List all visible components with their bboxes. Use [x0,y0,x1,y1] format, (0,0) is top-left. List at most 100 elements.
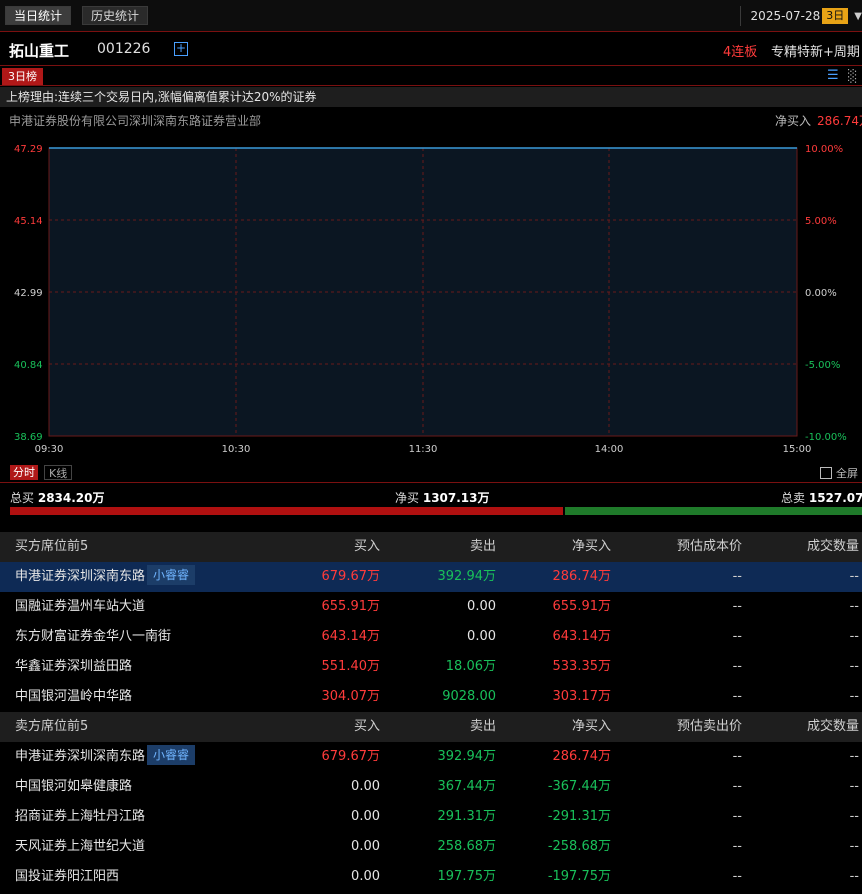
total-net-value: 1307.13万 [422,491,490,505]
buy-header-volume[interactable]: 成交数量 [807,532,859,562]
seat-name-text[interactable]: 申港证券深圳深南东路 [15,749,145,764]
totals-row: 总买 2834.20万 净买 1307.13万 总卖 1527.07万 [0,485,862,507]
seat-name-text[interactable]: 中国银河温岭中华路 [15,689,132,704]
top-tab-bar: 当日统计 历史统计 2025-07-28 3日 ▼ [0,0,862,32]
seat-tag-badge[interactable]: 小睿睿 [147,745,196,765]
chart-svg: 47.29 10.00% 45.14 5.00% 42.99 0.00% 40.84 -5.0… [14,144,847,455]
date-value[interactable]: 2025-07-28 [751,9,821,23]
seat-name[interactable]: 国投证券阳江阳西 [15,862,119,892]
tab-history-stats[interactable]: 历史统计 [82,6,149,25]
sell-header-net[interactable]: 净买入 [572,712,611,742]
tab-kline[interactable]: K线 [44,465,73,480]
seat-name-text[interactable]: 招商证券上海牡丹江路 [15,809,145,824]
table-row[interactable]: 申港证券深圳深南东路 小睿睿 679.67万 392.94万 286.74万 -- -- [0,742,862,772]
total-net-label: 净买 [395,491,420,505]
add-watchlist-icon[interactable]: + [174,42,188,56]
deal-volume: -- [849,659,859,674]
seat-name-text[interactable]: 天风证券上海世纪大道 [15,839,145,854]
table-row[interactable]: 天风证券上海世纪大道 0.00 258.68万 -258.68万 -- -- [0,832,862,862]
seat-name[interactable]: 中国银河如皋健康路 [15,772,132,802]
seat-tag-badge[interactable]: 小睿睿 [147,565,196,585]
total-sell-value: 1527.07万 [808,491,862,505]
buy-amount: 679.67万 [321,569,381,584]
listing-reason: 上榜理由:连续三个交易日内,涨幅偏离值累计达20%的证券 [0,87,862,107]
seat-name[interactable]: 国融证券温州车站大道 [15,592,145,622]
buy-amount: 655.91万 [321,599,381,614]
range-button[interactable]: 3日 [822,8,849,24]
seat-name[interactable]: 申港证券深圳深南东路 小睿睿 [15,742,196,772]
table-row[interactable]: 申港证券深圳深南东路 小睿睿 679.67万 392.94万 286.74万 -- -- [0,562,862,592]
seat-name[interactable]: 天风证券上海世纪大道 [15,832,145,862]
deal-volume: -- [849,569,859,584]
tab-fenshi[interactable]: 分时 [10,465,38,480]
stock-name: 拓山重工 [9,42,70,60]
table-row[interactable]: 国投证券阳江阳西 0.00 197.75万 -197.75万 -- -- [0,862,862,892]
table-row[interactable]: 东方财富证券金华八一南街 643.14万 0.00 643.14万 -- -- [0,622,862,652]
fullscreen-button[interactable]: 全屏 [820,465,858,481]
deal-volume: -- [849,779,859,794]
date-picker[interactable]: 2025-07-28 3日 ▼ [739,6,862,26]
total-buy-value: 2834.20万 [37,491,105,505]
deal-volume: -- [849,869,859,884]
sell-header-price[interactable]: 预估卖出价 [677,712,742,742]
table-row[interactable]: 招商证券上海牡丹江路 0.00 291.31万 -291.31万 -- -- [0,802,862,832]
sell-amount: 367.44万 [437,779,497,794]
deal-volume: -- [849,809,859,824]
table-row[interactable]: 中国银河温岭中华路 304.07万 9028.00 303.17万 -- -- [0,682,862,712]
net-amount: 286.74万 [552,569,612,584]
net-buy-value: 286.74万 [817,114,862,128]
sell-amount: 0.00 [467,599,496,614]
tab-today-stats[interactable]: 当日统计 [5,6,72,25]
estimated-price: -- [732,809,742,824]
seat-name[interactable]: 中国银河温岭中华路 [15,682,132,712]
seat-name-text[interactable]: 中国银河如皋健康路 [15,779,132,794]
buy-header-cost[interactable]: 预估成本价 [677,532,742,562]
fullscreen-icon [820,467,832,479]
sell-amount: 291.31万 [437,809,497,824]
buy-amount: 643.14万 [321,629,381,644]
seat-name-text[interactable]: 东方财富证券金华八一南街 [15,629,171,644]
sell-header-seat: 卖方席位前5 [15,719,89,734]
seat-name-text[interactable]: 华鑫证券深圳益田路 [15,659,132,674]
table-row[interactable]: 国融证券温州车站大道 655.91万 0.00 655.91万 -- -- [0,592,862,622]
x-tick-label: 11:30 [409,444,438,455]
total-sell-label: 总卖 [781,491,806,505]
y-tick-label-right: -5.00% [805,360,840,371]
list-view-icon[interactable]: ☰ [827,69,841,83]
concept-tags[interactable]: 专精特新+周期 [771,41,860,60]
lianban-badge: 4连板 [723,45,758,60]
buy-header-net[interactable]: 净买入 [572,532,611,562]
day-badge[interactable]: 3日榜 [2,68,43,85]
buy-header-buy[interactable]: 买入 [354,532,380,562]
net-amount: -367.44万 [547,779,611,794]
buy-amount: 304.07万 [321,689,381,704]
x-tick-label: 15:00 [783,444,812,455]
sell-header-volume[interactable]: 成交数量 [807,712,859,742]
y-tick-label-left: 42.99 [14,288,43,299]
deal-volume: -- [849,689,859,704]
seat-name-text[interactable]: 申港证券深圳深南东路 [15,569,145,584]
buy-amount: 679.67万 [321,749,381,764]
sell-header-buy[interactable]: 买入 [354,712,380,742]
seat-name[interactable]: 东方财富证券金华八一南街 [15,622,171,652]
sell-amount: 9028.00 [442,689,496,704]
total-buy: 总买 2834.20万 [10,489,105,506]
y-tick-label-left: 45.14 [14,216,43,227]
seat-name[interactable]: 华鑫证券深圳益田路 [15,652,132,682]
buy-amount: 551.40万 [321,659,381,674]
buy-table-header: 买方席位前5 买入 卖出 净买入 预估成本价 成交数量 [0,532,862,562]
sell-amount: 0.00 [467,629,496,644]
seat-name[interactable]: 招商证券上海牡丹江路 [15,802,145,832]
intraday-chart[interactable]: 47.29 10.00% 45.14 5.00% 42.99 0.00% 40.84 -5.0… [0,132,862,460]
seat-name-text[interactable]: 国投证券阳江阳西 [15,869,119,884]
table-row[interactable]: 华鑫证券深圳益田路 551.40万 18.06万 533.35万 -- -- [0,652,862,682]
chevron-down-icon[interactable]: ▼ [854,11,862,22]
sell-amount: 258.68万 [437,839,497,854]
bar-chart-icon[interactable]: ░ [848,69,862,83]
table-row[interactable]: 中国银河如皋健康路 0.00 367.44万 -367.44万 -- -- [0,772,862,802]
buy-amount: 0.00 [351,809,380,824]
buy-header-sell[interactable]: 卖出 [470,532,496,562]
seat-name-text[interactable]: 国融证券温州车站大道 [15,599,145,614]
seat-name[interactable]: 申港证券深圳深南东路 小睿睿 [15,562,196,592]
sell-header-sell[interactable]: 卖出 [470,712,496,742]
